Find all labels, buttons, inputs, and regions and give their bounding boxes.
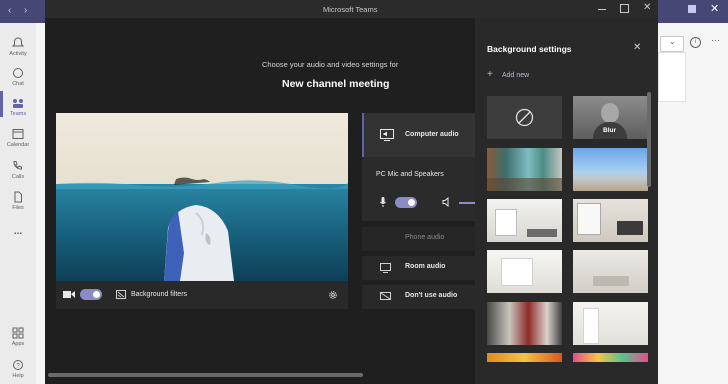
camera-toggle[interactable] [80,289,102,300]
bell-icon [11,37,25,47]
thumb-detail [501,258,533,286]
background-option-cafe[interactable] [487,302,562,345]
microphone-toggle[interactable] [395,197,417,208]
background-option-office-green[interactable] [487,148,562,191]
more-options-icon[interactable]: ⋯ [711,35,720,46]
phone-icon [13,161,22,170]
rail-item-teams[interactable]: Teams [0,97,36,117]
no-audio-icon [380,292,391,300]
background-option-minimal-room[interactable] [573,250,648,293]
room-audio-option[interactable]: Room audio [362,256,475,280]
phone-audio-option[interactable]: Phone audio [362,227,475,251]
rail-item-label: Calendar [6,142,30,148]
chat-icon [13,68,23,78]
add-icon: + [487,69,493,80]
audio-device-panel: PC Mic and Speakers [362,157,475,221]
back-icon[interactable]: ‹ [8,5,11,16]
background-list-scrollbar[interactable] [647,92,651,187]
rail-item-more[interactable]: ... [0,226,36,237]
speaker-volume-slider[interactable] [459,202,475,204]
microphone-icon [380,197,386,207]
rail-item-label: Chat [12,81,24,87]
window-close-icon[interactable]: ✕ [643,2,651,13]
video-preview-image [56,113,348,281]
forward-icon[interactable]: › [24,5,27,16]
background-option-colorful[interactable] [573,353,648,362]
background-option-loft[interactable] [573,199,648,242]
blur-label: Blur [603,127,616,134]
phone-audio-label: Phone audio [405,234,445,241]
camera-icon [63,291,75,298]
background-filters-icon [116,290,126,299]
room-audio-label: Room audio [405,263,446,270]
rail-item-help[interactable]: ? Help [0,359,36,379]
background-none-option[interactable] [487,96,562,139]
selected-indicator [362,113,364,157]
audio-device-select[interactable]: PC Mic and Speakers [376,171,444,178]
room-audio-icon [380,263,391,273]
rail-item-label: Help [12,373,24,379]
close-icon[interactable]: ✕ [633,42,641,53]
dont-use-audio-label: Don't use audio [405,292,458,299]
rail-item-label: Files [12,205,24,211]
background-option-bright-room[interactable] [487,250,562,293]
file-icon [14,191,22,203]
rail-item-label: Calls [11,174,25,180]
background-settings-title: Background settings [487,44,572,54]
maximize-icon[interactable] [620,4,629,13]
rail-item-calendar[interactable]: Calendar [0,128,36,148]
calendar-icon [12,129,24,139]
window-titlebar: Microsoft Teams ✕ [45,0,658,18]
blur-preview-head [601,103,619,123]
horizontal-scrollbar[interactable] [48,373,363,377]
settings-prompt: Choose your audio and video settings for [262,60,399,69]
svg-text:?: ? [16,364,20,370]
rail-item-label: Teams [9,111,27,117]
background-option-white-studio[interactable] [573,302,648,345]
teams-icon [13,99,23,108]
dont-use-audio-option[interactable]: Don't use audio [362,285,475,309]
more-icon: ... [13,226,23,237]
thumb-detail [583,308,599,344]
rail-item-chat[interactable]: Chat [0,67,36,87]
video-preview [56,113,348,281]
computer-audio-option[interactable]: Computer audio [362,113,475,157]
background-window-minimize-icon[interactable] [688,5,696,13]
app-rail: Activity Chat Teams Calendar Calls Files… [0,23,36,384]
meeting-title: New channel meeting [282,78,390,90]
thumb-detail [527,229,557,237]
apps-icon [12,327,24,339]
thumb-detail [495,209,517,236]
thumb-detail [593,276,629,286]
window-title: Microsoft Teams [323,5,378,14]
info-icon[interactable]: i [690,37,701,48]
computer-audio-label: Computer audio [405,131,459,138]
computer-audio-icon [380,129,394,141]
rail-item-label: Apps [11,341,25,347]
background-option-orange[interactable] [487,353,562,362]
no-background-icon [515,108,534,127]
thumb-detail [487,178,562,191]
chevron-down-icon: ⌄ [669,37,676,46]
rail-item-activity[interactable]: Activity [0,37,36,57]
background-option-beach[interactable] [573,148,648,191]
thumb-detail [577,203,601,235]
background-blur-option[interactable]: Blur [573,96,648,139]
speaker-icon [442,197,449,207]
rail-item-calls[interactable]: Calls [0,160,36,180]
rail-item-files[interactable]: Files [0,191,36,211]
background-dropdown[interactable]: ⌄ [660,36,684,52]
thumb-detail [617,221,643,235]
add-new-button[interactable]: Add new [502,72,529,79]
help-icon: ? [13,360,23,370]
video-controls-bar: Background filters [56,281,348,309]
rail-item-label: Activity [9,51,27,57]
background-window-close-icon[interactable]: ✕ [710,2,719,15]
rail-item-apps[interactable]: Apps [0,327,36,347]
background-filters-button[interactable]: Background filters [131,291,187,298]
background-popup [658,52,686,102]
background-option-white-room[interactable] [487,199,562,242]
gear-icon[interactable] [328,290,338,300]
minimize-icon[interactable] [598,9,606,10]
